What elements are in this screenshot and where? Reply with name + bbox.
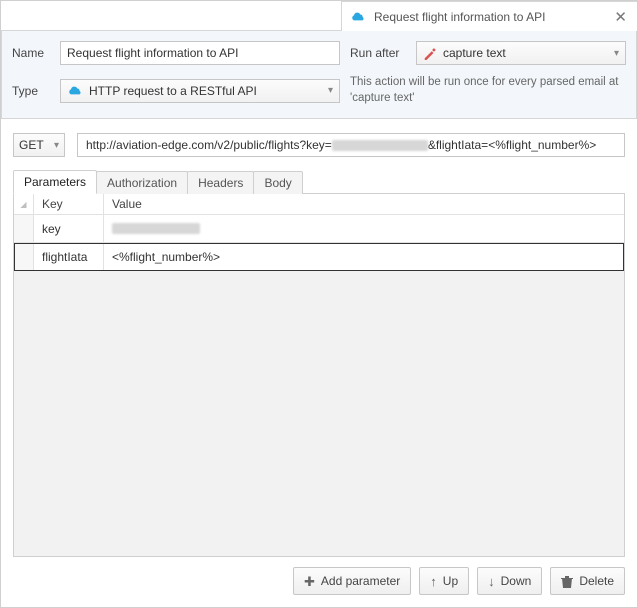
capture-icon — [423, 46, 437, 60]
cloud-icon — [350, 11, 366, 23]
cell-value[interactable] — [104, 215, 624, 242]
chevron-down-icon: ▾ — [614, 48, 619, 59]
btn-label: Up — [443, 574, 458, 588]
table-empty-area — [14, 271, 624, 556]
add-parameter-button[interactable]: ✚ Add parameter — [293, 567, 411, 595]
http-method-combo[interactable]: GET ▾ — [13, 133, 65, 157]
runafter-value: capture text — [443, 46, 506, 60]
trash-icon — [561, 575, 573, 588]
table-row[interactable]: key — [14, 215, 624, 243]
tab-content: ◢ Key Value keyflightIata<%flight_number… — [13, 193, 625, 557]
request-row: GET ▾ http://aviation-edge.com/v2/public… — [13, 133, 625, 157]
down-button[interactable]: ↓ Down — [477, 567, 542, 595]
btn-label: Delete — [579, 574, 614, 588]
dialog-window: Request flight information to API ✕ Name… — [0, 0, 638, 608]
form-area: Name Run after capture text ▾ Type HTTP … — [1, 31, 637, 119]
tab-headers[interactable]: Headers — [187, 171, 254, 194]
titlebar-row: Request flight information to API ✕ — [1, 1, 637, 31]
plus-icon: ✚ — [304, 575, 315, 588]
http-method-value: GET — [19, 138, 44, 152]
up-button[interactable]: ↑ Up — [419, 567, 469, 595]
btn-label: Down — [501, 574, 532, 588]
params-header: ◢ Key Value — [14, 194, 624, 215]
runafter-note: This action will be run once for every p… — [350, 75, 626, 106]
col-key: Key — [34, 194, 104, 214]
table-row[interactable]: flightIata<%flight_number%> — [14, 243, 624, 271]
type-combo[interactable]: HTTP request to a RESTful API ▾ — [60, 79, 340, 103]
params-body: keyflightIata<%flight_number%> — [14, 215, 624, 271]
runafter-label: Run after — [350, 46, 406, 60]
row-handle[interactable] — [14, 215, 34, 242]
chevron-down-icon: ▾ — [54, 140, 59, 151]
titlebar: Request flight information to API ✕ — [341, 1, 637, 31]
row-handle[interactable] — [14, 243, 34, 270]
cell-value[interactable]: <%flight_number%> — [104, 243, 624, 270]
btn-label: Add parameter — [321, 574, 400, 588]
tabs: Parameters Authorization Headers Body — [13, 170, 625, 194]
arrow-up-icon: ↑ — [430, 575, 437, 588]
cell-key[interactable]: flightIata — [34, 243, 104, 270]
row-handle-header: ◢ — [14, 194, 34, 214]
redacted-value — [112, 223, 200, 234]
close-icon[interactable]: ✕ — [612, 8, 629, 26]
tab-parameters[interactable]: Parameters — [13, 170, 97, 194]
runafter-combo[interactable]: capture text ▾ — [416, 41, 626, 65]
main-area: GET ▾ http://aviation-edge.com/v2/public… — [1, 119, 637, 607]
cloud-icon — [67, 85, 83, 97]
arrow-down-icon: ↓ — [488, 575, 495, 588]
url-input[interactable]: http://aviation-edge.com/v2/public/fligh… — [77, 133, 625, 157]
chevron-down-icon: ▾ — [328, 85, 333, 96]
cell-key[interactable]: key — [34, 215, 104, 242]
url-redacted — [332, 140, 428, 151]
button-row: ✚ Add parameter ↑ Up ↓ Down Delete — [13, 557, 625, 595]
url-prefix: http://aviation-edge.com/v2/public/fligh… — [86, 138, 332, 152]
name-label: Name — [12, 46, 50, 60]
col-value: Value — [104, 194, 624, 214]
type-label: Type — [12, 84, 50, 98]
titlebar-spacer — [1, 1, 341, 31]
name-input[interactable] — [60, 41, 340, 65]
url-suffix: &flightIata=<%flight_number%> — [428, 138, 596, 152]
tab-authorization[interactable]: Authorization — [96, 171, 188, 194]
type-value: HTTP request to a RESTful API — [89, 84, 257, 98]
window-title: Request flight information to API — [374, 10, 545, 24]
tab-body[interactable]: Body — [253, 171, 302, 194]
delete-button[interactable]: Delete — [550, 567, 625, 595]
